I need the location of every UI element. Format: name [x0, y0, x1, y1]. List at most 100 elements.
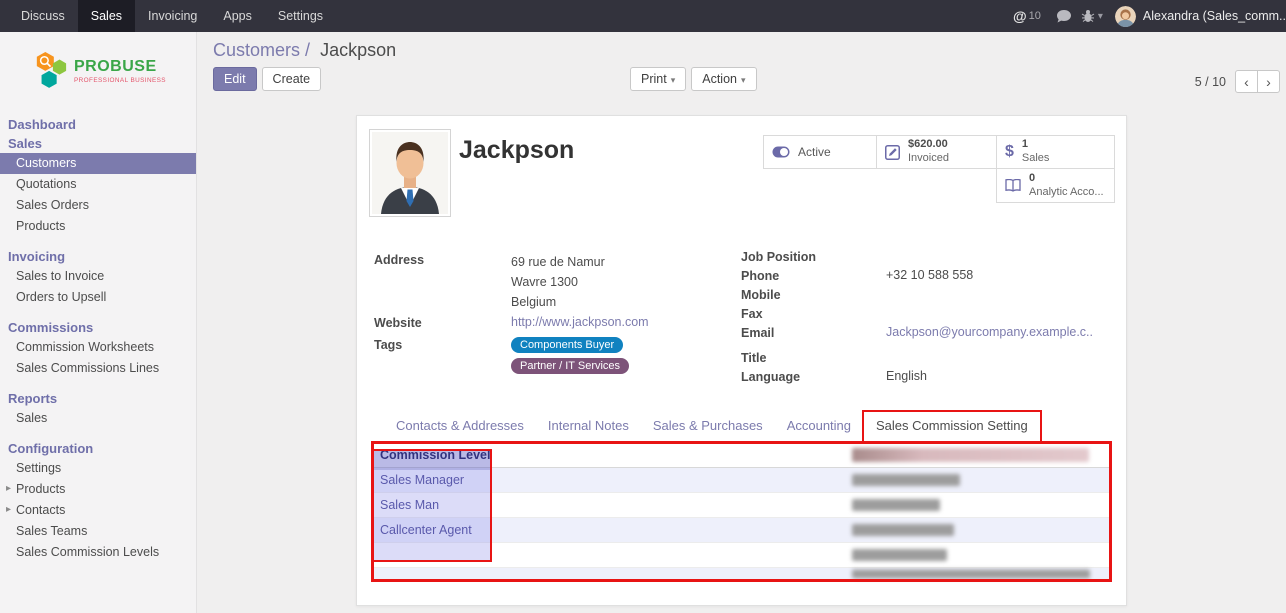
sidebar-item-config-products[interactable]: ▸Products [0, 479, 196, 500]
edit-button[interactable]: Edit [213, 67, 257, 91]
tab-sales-commission-setting[interactable]: Sales Commission Setting [863, 411, 1041, 442]
commission-level-header[interactable]: Commission Level [374, 442, 852, 467]
mobile-label: Mobile [741, 287, 886, 305]
sidebar-item-sales-commission-levels[interactable]: Sales Commission Levels [0, 542, 196, 563]
table-row[interactable]: Sales Man [374, 493, 1111, 518]
phone-value: +32 10 588 558 [886, 268, 973, 286]
menu-apps[interactable]: Apps [210, 0, 265, 32]
breadcrumb-separator: / [305, 40, 310, 60]
active-label: Active [798, 145, 831, 160]
table-row[interactable]: Sales Manager [374, 468, 1111, 493]
sales-value: 1 [1022, 138, 1050, 152]
menu-discuss[interactable]: Discuss [8, 0, 78, 32]
chat-icon[interactable] [1056, 9, 1072, 24]
analytic-value: 0 [1029, 172, 1104, 186]
left-fields: Address 69 rue de Namur Wavre 1300 Belgi… [374, 252, 734, 377]
sidebar-item-sales-orders[interactable]: Sales Orders [0, 195, 196, 216]
partner-photo[interactable] [369, 129, 451, 217]
website-label: Website [374, 315, 511, 330]
probuse-hexagon-icon [34, 50, 68, 91]
job-position-label: Job Position [741, 249, 886, 267]
mention-icon[interactable]: @ [1013, 8, 1027, 24]
breadcrumb-customers[interactable]: Customers [213, 40, 300, 60]
tags-field: Tags Components Buyer Partner / IT Servi… [374, 337, 734, 374]
invoiced-stat-button[interactable]: $620.00 Invoiced [876, 135, 997, 169]
user-menu[interactable]: Alexandra (Sales_comm.. [1143, 9, 1286, 23]
sidebar-item-reports-sales[interactable]: Sales [0, 408, 196, 429]
menu-sales[interactable]: Sales [78, 0, 135, 32]
sidebar-item-products[interactable]: Products [0, 216, 196, 237]
language-value: English [886, 369, 927, 387]
partner-form: Jackpson Active $620.00 Invoiced $ [356, 115, 1127, 606]
commission-level-cell [374, 543, 852, 567]
menu-settings[interactable]: Settings [265, 0, 336, 32]
control-panel-buttons: Edit Create [213, 67, 321, 91]
sidebar-section-configuration[interactable]: Configuration [0, 439, 196, 458]
sidebar-item-commission-worksheets[interactable]: Commission Worksheets [0, 337, 196, 358]
address-value: 69 rue de Namur Wavre 1300 Belgium [511, 252, 605, 312]
pager: 5 / 10 ‹ › [1195, 70, 1280, 93]
tag-components-buyer[interactable]: Components Buyer [511, 337, 623, 353]
redacted-blur [852, 524, 954, 536]
print-dropdown[interactable]: Print▾ [630, 67, 686, 91]
pager-next-button[interactable]: › [1257, 70, 1280, 93]
website-field: Website http://www.jackpson.com [374, 315, 734, 330]
sidebar-item-label: Contacts [16, 503, 65, 517]
sidebar-item-customers[interactable]: Customers [0, 153, 196, 174]
action-label: Action [702, 72, 737, 86]
sales-stat-button[interactable]: $ 1 Sales [996, 135, 1115, 169]
notebook-tabs: Contacts & Addresses Internal Notes Sale… [374, 411, 1111, 442]
sidebar-section-invoicing[interactable]: Invoicing [0, 247, 196, 266]
user-avatar[interactable] [1115, 6, 1136, 27]
tab-contacts-addresses[interactable]: Contacts & Addresses [384, 411, 536, 441]
phone-label: Phone [741, 268, 886, 286]
main-content: Customers/ Jackpson Edit Create Print▾ A… [197, 32, 1286, 613]
website-link[interactable]: http://www.jackpson.com [511, 315, 649, 330]
tag-partner-it-services[interactable]: Partner / IT Services [511, 358, 629, 374]
sidebar-item-sales-commissions-lines[interactable]: Sales Commissions Lines [0, 358, 196, 379]
probuse-logo[interactable]: PROBUSE PROFESSIONAL BUSINESS [0, 32, 196, 107]
control-panel-actions: Print▾ Action▾ [630, 67, 757, 91]
expand-icon: ▸ [6, 504, 11, 515]
sidebar-section-commissions[interactable]: Commissions [0, 318, 196, 337]
table-header-row: Commission Level [374, 442, 1111, 468]
sidebar-item-sales-to-invoice[interactable]: Sales to Invoice [0, 266, 196, 287]
analytic-label: Analytic Acco... [1029, 186, 1104, 200]
table-row[interactable]: Callcenter Agent [374, 518, 1111, 543]
sales-label: Sales [1022, 152, 1050, 166]
sidebar-item-orders-to-upsell[interactable]: Orders to Upsell [0, 287, 196, 308]
active-stat-button[interactable]: Active [763, 135, 877, 169]
email-link[interactable]: Jackpson@yourcompany.example.c.. [886, 325, 1093, 343]
table-row[interactable] [374, 543, 1111, 568]
tags-label: Tags [374, 337, 511, 374]
redacted-blur [852, 499, 940, 511]
sidebar-item-sales-teams[interactable]: Sales Teams [0, 521, 196, 542]
topbar-right: @ 10 ▾ Alexandra (Sales_comm.. [1013, 0, 1286, 32]
analytic-stat-button[interactable]: 0 Analytic Acco... [996, 168, 1115, 203]
language-label: Language [741, 369, 886, 387]
pencil-square-icon [885, 145, 900, 160]
expand-icon: ▸ [6, 483, 11, 494]
email-label: Email [741, 325, 886, 343]
sidebar-item-config-contacts[interactable]: ▸ Contacts [0, 500, 196, 521]
tab-accounting[interactable]: Accounting [775, 411, 863, 441]
sidebar-section-sales[interactable]: Sales [0, 134, 196, 153]
redacted-blur [852, 569, 1090, 578]
address-line: Wavre 1300 [511, 272, 605, 292]
commission-level-cell: Sales Man [374, 493, 852, 517]
action-dropdown[interactable]: Action▾ [691, 67, 756, 91]
tab-internal-notes[interactable]: Internal Notes [536, 411, 641, 441]
bug-icon[interactable] [1081, 9, 1095, 23]
menu-invoicing[interactable]: Invoicing [135, 0, 210, 32]
pager-prev-button[interactable]: ‹ [1235, 70, 1258, 93]
sidebar-item-quotations[interactable]: Quotations [0, 174, 196, 195]
sidebar-section-reports[interactable]: Reports [0, 389, 196, 408]
caret-down-icon: ▾ [1098, 11, 1103, 22]
sidebar-nav: Dashboard Sales Customers Quotations Sal… [0, 115, 196, 563]
tab-sales-purchases[interactable]: Sales & Purchases [641, 411, 775, 441]
address-label: Address [374, 252, 511, 312]
create-button[interactable]: Create [262, 67, 322, 91]
sidebar-item-settings[interactable]: Settings [0, 458, 196, 479]
sidebar-section-dashboard[interactable]: Dashboard [0, 115, 196, 134]
address-line: 69 rue de Namur [511, 252, 605, 272]
